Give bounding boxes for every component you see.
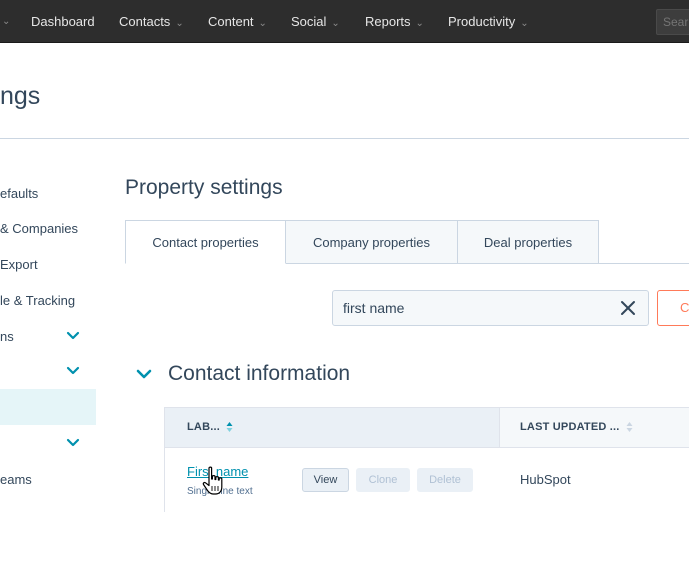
nav-item-label: Dashboard: [31, 14, 95, 29]
nav-item-reports[interactable]: Reports ⌄: [365, 0, 424, 43]
sidebar-item-label: & Companies: [0, 221, 79, 236]
sidebar-item-label: eams: [0, 472, 32, 487]
tab-label: Deal properties: [483, 235, 573, 250]
sidebar-item-label: Export: [0, 257, 38, 272]
top-navigation-bar: ⌄ Dashboard Contacts ⌄ Content ⌄ Social ⌄ R…: [0, 0, 689, 43]
nav-item-productivity[interactable]: Productivity ⌄: [448, 0, 529, 43]
column-header-last-updated[interactable]: LAST UPDATED ...: [499, 408, 689, 447]
sidebar-item-label: le & Tracking: [0, 293, 76, 308]
sidebar-item-label: efaults: [0, 186, 39, 201]
create-property-button[interactable]: C: [657, 290, 689, 326]
nav-item-content[interactable]: Content ⌄: [208, 0, 267, 43]
sidebar-active-highlight: [0, 389, 96, 425]
chevron-down-icon[interactable]: [66, 366, 80, 376]
property-name-link[interactable]: First name: [187, 464, 248, 479]
tab-contact-properties[interactable]: Contact properties: [125, 220, 286, 264]
sidebar-item-contacts-companies[interactable]: & Companies: [0, 221, 78, 236]
close-icon[interactable]: [620, 300, 636, 316]
clone-button: Clone: [356, 468, 410, 492]
tab-label: Contact properties: [152, 235, 259, 250]
view-button[interactable]: View: [302, 468, 349, 492]
chevron-down-icon: ⌄: [520, 18, 529, 29]
nav-item-label: Productivity: [448, 14, 516, 29]
sidebar-item-tracking[interactable]: le & Tracking: [0, 293, 75, 308]
chevron-down-icon[interactable]: [66, 438, 80, 448]
chevron-down-icon[interactable]: ⌄: [2, 0, 10, 43]
chevron-down-icon[interactable]: [136, 368, 152, 380]
create-property-label: C: [680, 300, 689, 315]
delete-button-label: Delete: [429, 474, 461, 486]
sort-ascending-icon: [226, 422, 233, 433]
header-divider: [0, 138, 689, 139]
nav-item-label: Content: [208, 14, 254, 29]
nav-item-contacts[interactable]: Contacts ⌄: [119, 0, 184, 43]
sidebar-item-integrations[interactable]: ns: [0, 329, 14, 344]
chevron-down-icon: ⌄: [331, 18, 340, 29]
property-search-input[interactable]: first name: [332, 290, 649, 326]
tab-deal-properties[interactable]: Deal properties: [457, 220, 599, 264]
tab-company-properties[interactable]: Company properties: [285, 220, 458, 264]
property-field-type: Single-line text: [187, 486, 253, 497]
column-header-text: LAST UPDATED ...: [520, 421, 620, 433]
nav-item-label: Reports: [365, 14, 411, 29]
nav-item-dashboard[interactable]: Dashboard: [31, 0, 95, 43]
nav-item-social[interactable]: Social ⌄: [291, 0, 340, 43]
view-button-label: View: [313, 474, 338, 486]
table-header: LAB... LAST UPDATED ...: [165, 408, 689, 447]
column-header-label[interactable]: LAB...: [187, 408, 233, 447]
chevron-down-icon[interactable]: [66, 331, 80, 341]
table-row: First name Single-line text View Clone D…: [165, 447, 689, 512]
global-search-input[interactable]: [656, 9, 689, 35]
properties-table: LAB... LAST UPDATED ... First name Singl…: [164, 407, 689, 512]
last-updated-value: HubSpot: [520, 472, 571, 487]
search-input-value: first name: [343, 300, 405, 316]
chevron-down-icon: ⌄: [175, 18, 184, 29]
column-header-text: LAB...: [187, 421, 220, 433]
sidebar-item-defaults[interactable]: efaults: [0, 186, 38, 201]
page-title: ngs: [0, 82, 41, 110]
property-settings-title: Property settings: [125, 176, 283, 199]
chevron-down-icon: ⌄: [258, 18, 267, 29]
section-title[interactable]: Contact information: [168, 362, 350, 386]
column-header-text-wrap: LAST UPDATED ...: [520, 408, 633, 447]
clone-button-label: Clone: [368, 474, 398, 486]
tab-label: Company properties: [312, 235, 431, 250]
sort-icon: [626, 422, 633, 433]
nav-item-label: Contacts: [119, 14, 171, 29]
delete-button: Delete: [417, 468, 473, 492]
nav-item-label: Social: [291, 14, 327, 29]
sidebar-item-import-export[interactable]: Export: [0, 257, 38, 272]
chevron-down-icon: ⌄: [415, 18, 424, 29]
sidebar-item-teams[interactable]: eams: [0, 472, 32, 487]
sidebar-item-label: ns: [0, 329, 14, 344]
